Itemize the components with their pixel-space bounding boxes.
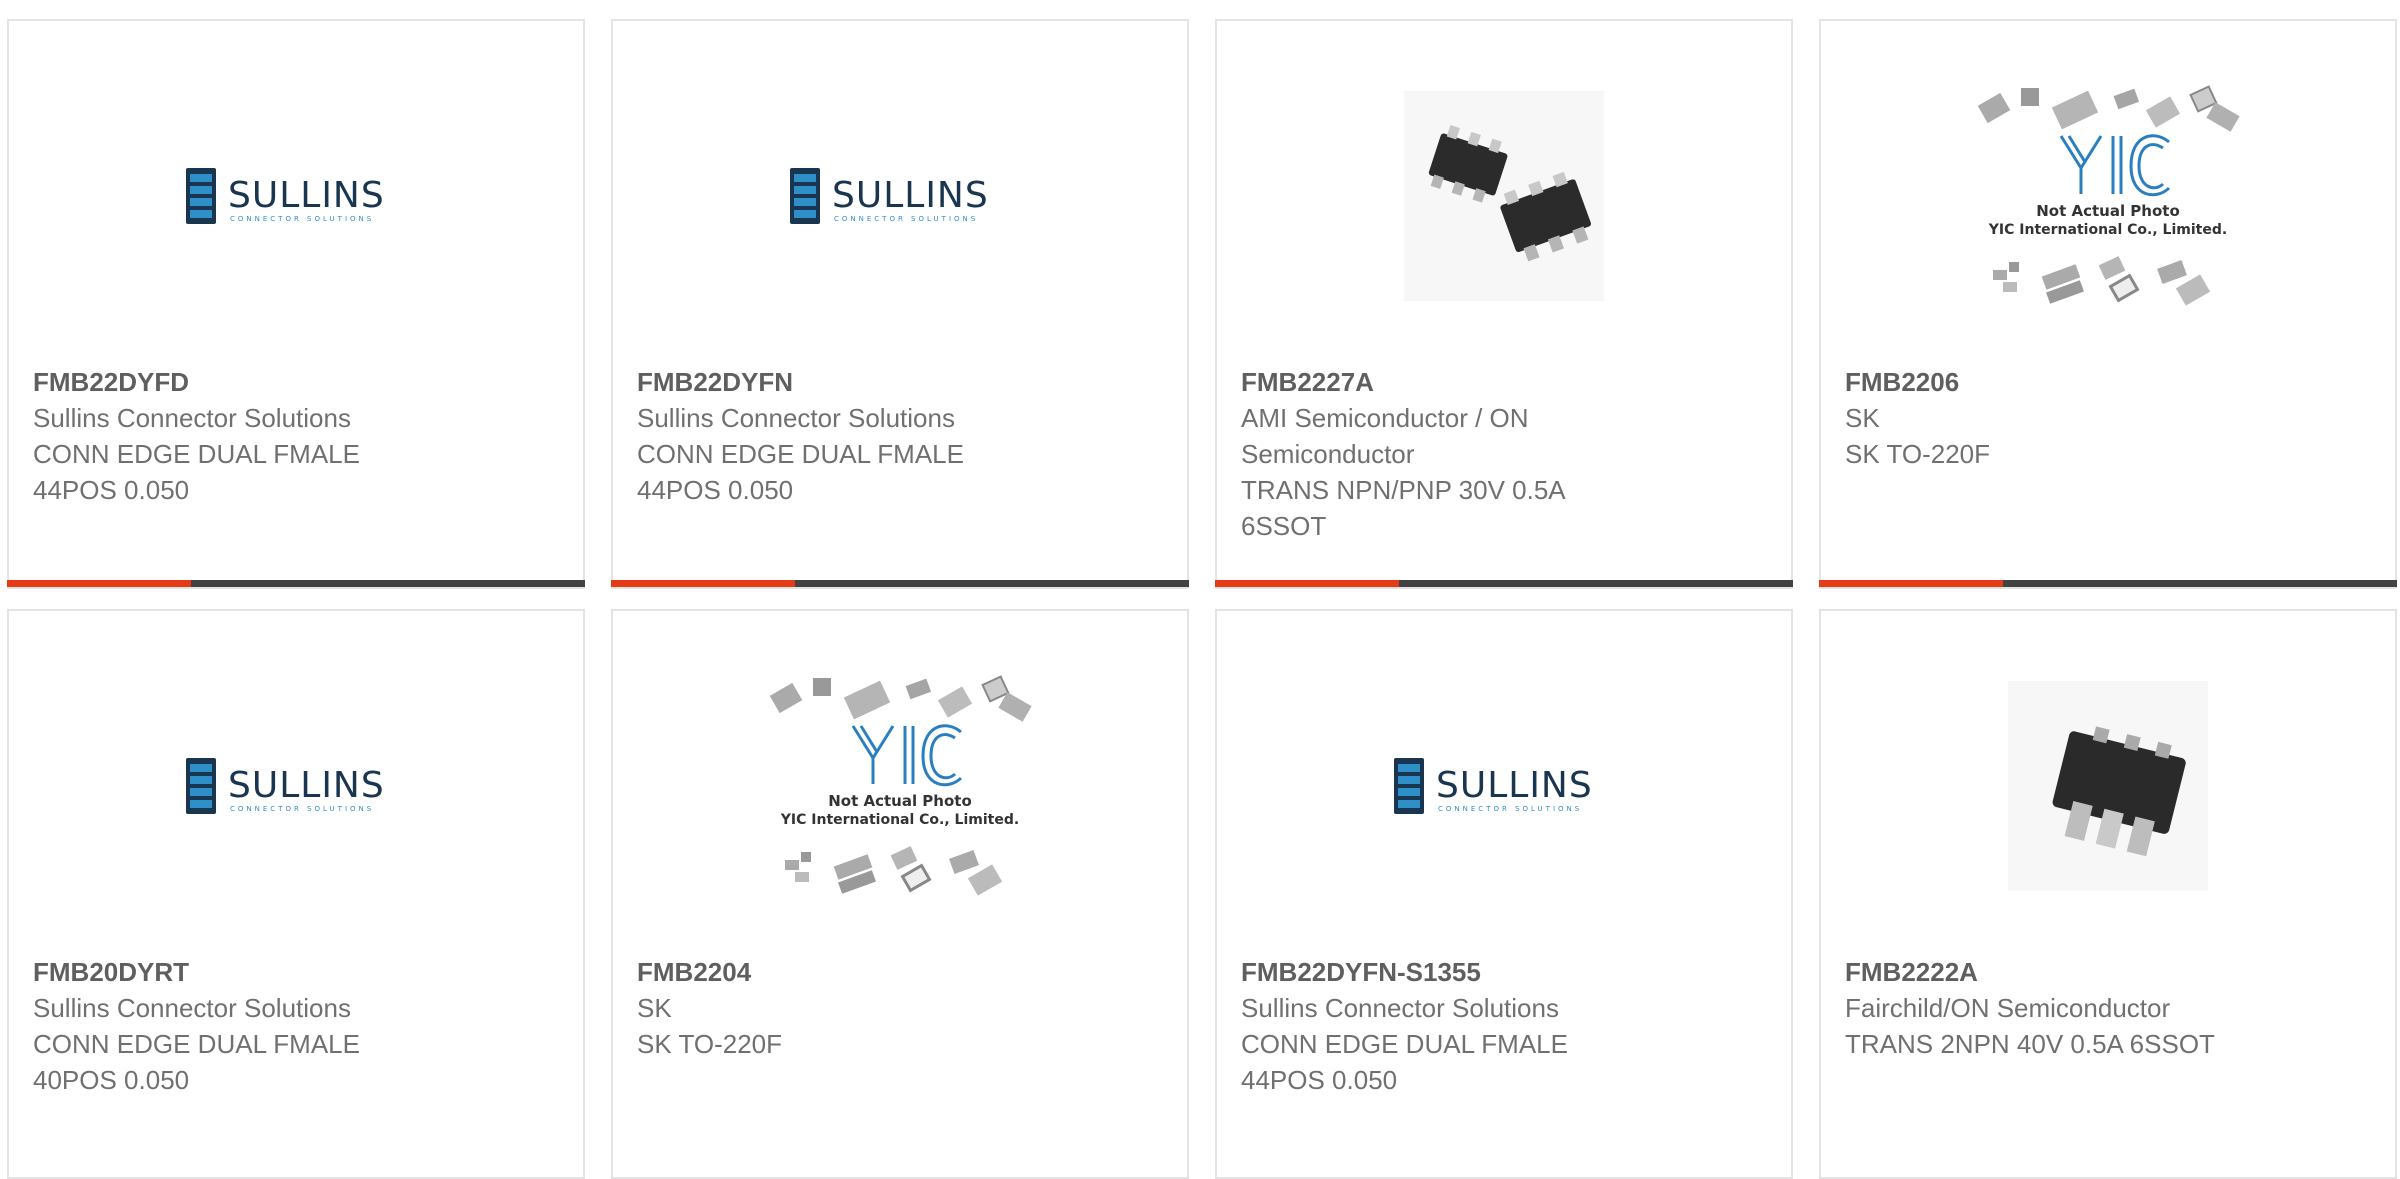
- product-card[interactable]: SULLINS CONNECTOR SOLUTIONS FMB22DYFN Sul…: [611, 19, 1189, 589]
- svg-text:CONNECTOR SOLUTIONS: CONNECTOR SOLUTIONS: [834, 215, 978, 223]
- svg-text:CONNECTOR SOLUTIONS: CONNECTOR SOLUTIONS: [1438, 805, 1582, 813]
- description-text: 44POS 0.050: [637, 475, 794, 505]
- part-number-link[interactable]: FMB2206: [1845, 364, 2265, 400]
- description-text: Semiconductor: [1241, 439, 1415, 469]
- card-accent-bar: [7, 580, 191, 587]
- yic-placeholder-icon: Not Actual Photo YIC International Co., …: [769, 675, 1032, 896]
- description-text: CONN EDGE DUAL FMALE: [33, 439, 360, 469]
- description-text: 44POS 0.050: [33, 475, 190, 505]
- card-bottom-bar: [1819, 580, 2397, 587]
- product-image[interactable]: Not Actual Photo YIC International Co., …: [1821, 71, 2395, 321]
- product-image[interactable]: [1821, 661, 2395, 911]
- svg-text:YIC International Co., Limited: YIC International Co., Limited.: [780, 812, 1019, 828]
- svg-text:SULLINS: SULLINS: [1436, 765, 1593, 806]
- part-number-link[interactable]: FMB22DYFN: [637, 364, 1057, 400]
- product-image[interactable]: SULLINS CONNECTOR SOLUTIONS: [9, 71, 583, 321]
- part-number-link[interactable]: FMB20DYRT: [33, 954, 453, 990]
- product-card[interactable]: SULLINS CONNECTOR SOLUTIONS FMB22DYFN-S1…: [1215, 609, 1793, 1179]
- product-card[interactable]: Not Actual Photo YIC International Co., …: [611, 609, 1189, 1179]
- manufacturer-text: Fairchild/ON Semiconductor: [1845, 993, 2171, 1023]
- part-number-link[interactable]: FMB2227A: [1241, 364, 1661, 400]
- card-bottom-bar: [1215, 580, 1793, 587]
- svg-text:Not Actual Photo: Not Actual Photo: [828, 792, 972, 810]
- svg-text:SULLINS: SULLINS: [228, 175, 385, 216]
- manufacturer-text: SK: [1845, 403, 1880, 433]
- sullins-logo-icon: SULLINS CONNECTOR SOLUTIONS: [186, 758, 385, 814]
- manufacturer-text: Sullins Connector Solutions: [33, 403, 351, 433]
- card-accent-bar: [1819, 580, 2003, 587]
- sullins-logo-icon: SULLINS CONNECTOR SOLUTIONS: [186, 168, 385, 224]
- manufacturer-text: Sullins Connector Solutions: [637, 403, 955, 433]
- manufacturer-text: AMI Semiconductor / ON: [1241, 403, 1529, 433]
- svg-text:YIC International Co., Limited: YIC International Co., Limited.: [1988, 222, 2227, 238]
- manufacturer-text: Sullins Connector Solutions: [1241, 993, 1559, 1023]
- svg-text:CONNECTOR SOLUTIONS: CONNECTOR SOLUTIONS: [230, 215, 374, 223]
- card-accent-bar: [1215, 580, 1399, 587]
- description-text: SK TO-220F: [637, 1029, 782, 1059]
- description-text: TRANS 2NPN 40V 0.5A 6SSOT: [1845, 1029, 2215, 1059]
- description-text: CONN EDGE DUAL FMALE: [33, 1029, 360, 1059]
- product-image[interactable]: [1217, 71, 1791, 321]
- part-number-link[interactable]: FMB22DYFD: [33, 364, 453, 400]
- manufacturer-text: Sullins Connector Solutions: [33, 993, 351, 1023]
- manufacturer-text: SK: [637, 993, 672, 1023]
- product-info: FMB22DYFN Sullins Connector Solutions CONN…: [637, 364, 1057, 508]
- part-number-link[interactable]: FMB2222A: [1845, 954, 2265, 990]
- svg-text:Not Actual Photo: Not Actual Photo: [2036, 202, 2180, 220]
- card-accent-bar: [611, 580, 795, 587]
- product-info: FMB2206 SK SK TO-220F: [1845, 364, 2265, 472]
- product-info: FMB22DYFD Sullins Connector Solutions CONN…: [33, 364, 453, 508]
- part-number-link[interactable]: FMB2204: [637, 954, 1057, 990]
- product-card[interactable]: SULLINS CONNECTOR SOLUTIONS FMB20DYRT Sul…: [7, 609, 585, 1179]
- part-number-link[interactable]: FMB22DYFN-S1355: [1241, 954, 1661, 990]
- product-image[interactable]: Not Actual Photo YIC International Co., …: [613, 661, 1187, 911]
- sot-chip-icon: [1404, 91, 1604, 301]
- yic-placeholder-icon: Not Actual Photo YIC International Co., …: [1977, 85, 2240, 306]
- description-text: SK TO-220F: [1845, 439, 1990, 469]
- product-info: FMB2204 SK SK TO-220F: [637, 954, 1057, 1062]
- product-grid: SULLINS CONNECTOR SOLUTIONS FMB22DYFD Sul…: [0, 0, 2400, 1179]
- svg-text:SULLINS: SULLINS: [832, 175, 989, 216]
- description-text: 6SSOT: [1241, 511, 1327, 541]
- card-bottom-bar: [611, 580, 1189, 587]
- product-card[interactable]: FMB2222A Fairchild/ON Semiconductor TRANS …: [1819, 609, 2397, 1179]
- product-card[interactable]: Not Actual Photo YIC International Co., …: [1819, 19, 2397, 589]
- card-bottom-bar: [7, 580, 585, 587]
- product-info: FMB20DYRT Sullins Connector Solutions CONN…: [33, 954, 453, 1098]
- description-text: 44POS 0.050: [1241, 1065, 1398, 1095]
- svg-text:SULLINS: SULLINS: [228, 765, 385, 806]
- product-info: FMB2227A AMI Semiconductor / ON Semiconduc…: [1241, 364, 1661, 544]
- description-text: CONN EDGE DUAL FMALE: [1241, 1029, 1568, 1059]
- product-info: FMB2222A Fairchild/ON Semiconductor TRANS …: [1845, 954, 2265, 1062]
- product-card[interactable]: FMB2227A AMI Semiconductor / ON Semiconduc…: [1215, 19, 1793, 589]
- sullins-logo-icon: SULLINS CONNECTOR SOLUTIONS: [1394, 758, 1593, 814]
- product-image[interactable]: SULLINS CONNECTOR SOLUTIONS: [9, 661, 583, 911]
- svg-text:CONNECTOR SOLUTIONS: CONNECTOR SOLUTIONS: [230, 805, 374, 813]
- product-image[interactable]: SULLINS CONNECTOR SOLUTIONS: [613, 71, 1187, 321]
- product-card[interactable]: SULLINS CONNECTOR SOLUTIONS FMB22DYFD Sul…: [7, 19, 585, 589]
- sullins-logo-icon: SULLINS CONNECTOR SOLUTIONS: [790, 168, 989, 224]
- description-text: 40POS 0.050: [33, 1065, 190, 1095]
- sot-chip-icon: [2008, 681, 2208, 891]
- product-image[interactable]: SULLINS CONNECTOR SOLUTIONS: [1217, 661, 1791, 911]
- product-info: FMB22DYFN-S1355 Sullins Connector Solutio…: [1241, 954, 1661, 1098]
- description-text: TRANS NPN/PNP 30V 0.5A: [1241, 475, 1566, 505]
- description-text: CONN EDGE DUAL FMALE: [637, 439, 964, 469]
